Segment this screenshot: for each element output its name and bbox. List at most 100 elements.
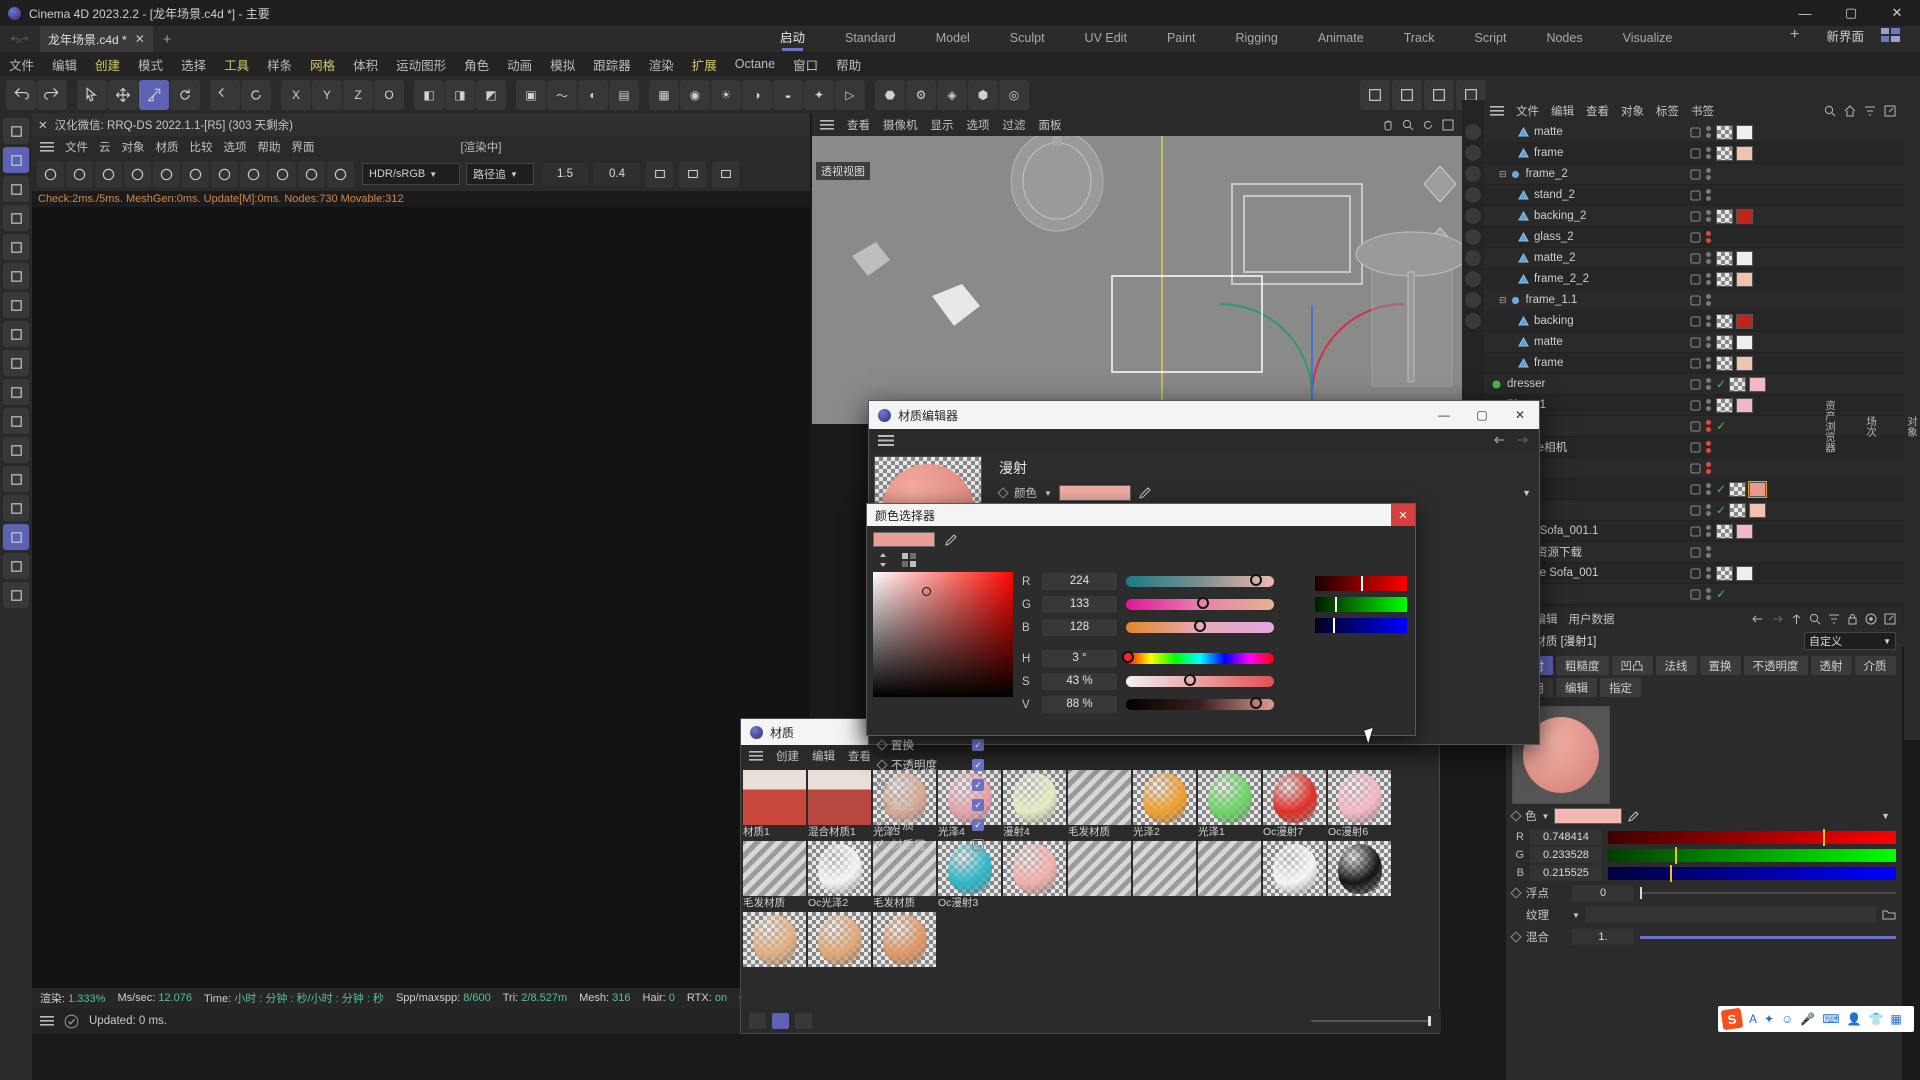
object-row[interactable]: ✓ xyxy=(1484,500,1904,521)
material-cell[interactable]: 光泽2 xyxy=(1133,770,1196,839)
rgb-slider-G[interactable] xyxy=(1608,846,1896,864)
object-tags[interactable] xyxy=(1716,208,1753,224)
object-visibility-dots[interactable] xyxy=(1690,357,1711,369)
render-menu-item-1[interactable]: 云 xyxy=(99,139,111,155)
render-menu-item-4[interactable]: 比较 xyxy=(190,139,213,155)
sphere-tool-icon[interactable] xyxy=(3,176,29,202)
object-tags[interactable] xyxy=(1716,250,1753,266)
tag-thumbnail[interactable] xyxy=(1729,376,1747,392)
color-slider-V[interactable] xyxy=(1126,697,1274,710)
tag-icon[interactable] xyxy=(1690,169,1701,180)
align-icon[interactable] xyxy=(3,553,29,579)
zoom-icon[interactable] xyxy=(1402,119,1414,131)
object-menu-item-2[interactable]: 查看 xyxy=(1586,103,1609,119)
object-menu-item-1[interactable]: 编辑 xyxy=(1551,103,1574,119)
render-view-icon[interactable]: ◧ xyxy=(414,80,444,110)
tag-thumbnail[interactable] xyxy=(1716,523,1733,539)
scale-icon[interactable] xyxy=(139,80,169,110)
tag-icon[interactable] xyxy=(1690,253,1701,264)
tag-thumbnail[interactable] xyxy=(1716,397,1733,413)
current-color-swatch[interactable] xyxy=(873,532,935,547)
octane-render-icon[interactable]: ⬣ xyxy=(875,80,905,110)
object-row[interactable]: frame_2_2 xyxy=(1484,269,1904,290)
object-row[interactable]: dresser ✓ xyxy=(1484,374,1904,395)
ime-icon-0[interactable]: A xyxy=(1749,1012,1757,1026)
detail-view-button[interactable] xyxy=(795,1013,812,1029)
color-field-value-V[interactable]: 88 % xyxy=(1042,696,1117,713)
minimize-button[interactable]: — xyxy=(1782,0,1828,26)
material-tag-thumbnail[interactable] xyxy=(1736,313,1753,329)
layout-tab-11[interactable]: Visualize xyxy=(1603,24,1693,52)
layout-tab-4[interactable]: UV Edit xyxy=(1065,24,1147,52)
float-slider[interactable] xyxy=(1640,887,1896,899)
object-visibility-dots[interactable] xyxy=(1690,126,1711,138)
color-slider-S[interactable] xyxy=(1126,674,1274,687)
maximize-button[interactable]: ▢ xyxy=(1463,401,1501,429)
object-tags[interactable] xyxy=(1716,313,1753,329)
move-icon[interactable] xyxy=(108,80,138,110)
forward-arrow-icon[interactable] xyxy=(1771,613,1784,625)
region-icon[interactable] xyxy=(124,160,151,188)
target-icon[interactable] xyxy=(1865,613,1877,625)
keyframe-diamond-icon[interactable] xyxy=(876,759,888,771)
render-menu-item-2[interactable]: 对象 xyxy=(122,139,145,155)
chevron-down-icon[interactable]: ▼ xyxy=(1572,911,1580,920)
sphere-icon[interactable] xyxy=(211,160,238,188)
ime-icon-1[interactable]: ✦ xyxy=(1764,1012,1774,1026)
tag-icon[interactable] xyxy=(1690,295,1701,306)
coords-icon[interactable] xyxy=(1392,80,1422,110)
material-thumbnail[interactable] xyxy=(1328,770,1391,825)
float-value[interactable]: 0 xyxy=(1572,885,1634,901)
chevron-down-icon[interactable]: ▼ xyxy=(1522,488,1531,498)
object-row[interactable]: frame xyxy=(1484,143,1904,164)
object-visibility-dots[interactable] xyxy=(1690,252,1711,264)
keyframe-diamond-icon[interactable] xyxy=(1510,810,1522,822)
camera-icon[interactable]: ◉ xyxy=(680,80,710,110)
object-tags[interactable] xyxy=(1716,334,1753,350)
layout-tab-6[interactable]: Rigging xyxy=(1215,24,1297,52)
material-thumbnail[interactable] xyxy=(808,912,871,967)
maximize-viewport-icon[interactable] xyxy=(1442,119,1454,131)
tag-thumbnail[interactable] xyxy=(1716,565,1733,581)
attributes-tab-6[interactable]: 透射 xyxy=(1810,656,1852,675)
material-icon[interactable] xyxy=(327,160,354,188)
material-thumbnail[interactable] xyxy=(1263,770,1326,825)
color-slider-B[interactable] xyxy=(1126,620,1274,633)
material-cell[interactable] xyxy=(1328,841,1391,910)
green-strip[interactable] xyxy=(1315,597,1407,612)
tag-thumbnail[interactable] xyxy=(1716,334,1733,350)
refresh-icon[interactable] xyxy=(66,160,93,188)
octane-node-icon[interactable]: ⬢ xyxy=(968,80,998,110)
object-tags[interactable]: ✓ xyxy=(1716,419,1726,433)
layout-tab-0[interactable]: 启动 xyxy=(760,24,825,52)
attributes-tab-5[interactable]: 不透明度 xyxy=(1743,656,1808,675)
material-thumbnail[interactable] xyxy=(1133,770,1196,825)
attributes-tab-10[interactable]: 指定 xyxy=(1600,678,1641,697)
color-slider-R[interactable] xyxy=(1126,574,1274,587)
color-slider-G[interactable] xyxy=(1126,597,1274,610)
layout-tab-9[interactable]: Script xyxy=(1454,24,1526,52)
layout-tab-5[interactable]: Paint xyxy=(1147,24,1216,52)
grid-snap-icon[interactable] xyxy=(3,524,29,550)
object-visibility-dots[interactable] xyxy=(1690,504,1711,516)
object-row[interactable]: backing xyxy=(1484,311,1904,332)
swap-arrows-icon[interactable] xyxy=(877,552,889,568)
grid-view-button[interactable] xyxy=(772,1013,789,1029)
eyedropper-icon[interactable] xyxy=(1138,486,1152,500)
material-channel-row[interactable]: 置换 ✓ xyxy=(876,735,992,755)
viewport-menu-item-5[interactable]: 面板 xyxy=(1039,117,1062,133)
render-mode-select[interactable]: 路径追 ▼ xyxy=(466,163,534,185)
channel-checkbox-4[interactable]: ✓ xyxy=(972,739,984,751)
menu-item-10[interactable]: 角色 xyxy=(455,55,498,74)
forward-arrow-icon[interactable] xyxy=(1516,434,1529,446)
rgb-value-G[interactable]: 0.233528 xyxy=(1530,847,1602,863)
object-visibility-dots[interactable] xyxy=(1690,483,1711,495)
color-field-value-G[interactable]: 133 xyxy=(1042,596,1117,613)
add-tab-button[interactable]: + xyxy=(163,31,172,48)
attributes-tab-9[interactable]: 编辑 xyxy=(1556,678,1597,697)
chevron-down-icon[interactable]: ▼ xyxy=(1881,811,1890,821)
object-visibility-dots[interactable] xyxy=(1690,399,1711,411)
material-tag-thumbnail[interactable] xyxy=(1749,376,1767,392)
object-row[interactable]: Large Sofa_001.1 xyxy=(1484,521,1904,542)
filter-icon[interactable] xyxy=(646,160,673,188)
